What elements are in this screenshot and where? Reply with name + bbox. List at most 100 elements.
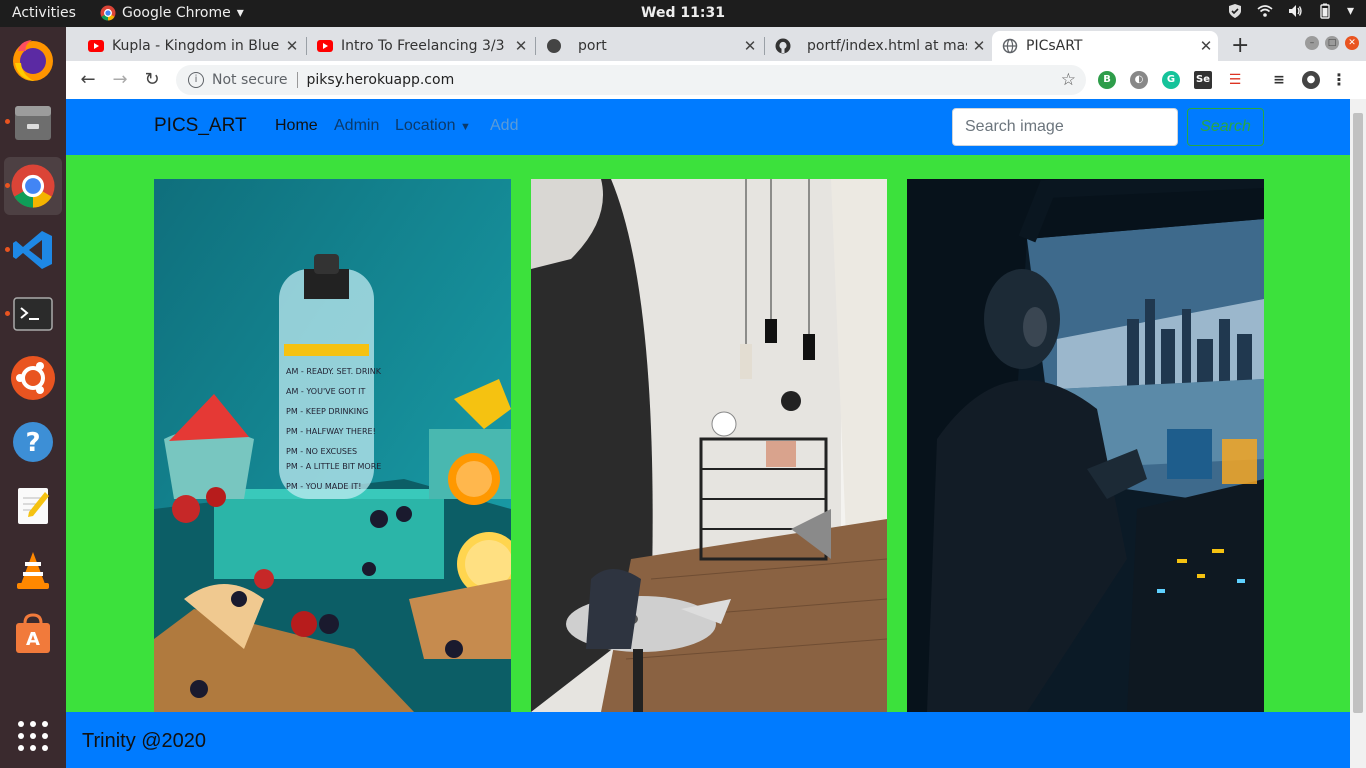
chrome-icon: [11, 164, 55, 208]
running-indicator: [5, 183, 10, 188]
nav-location-label: Location: [395, 117, 456, 134]
reload-button[interactable]: ↻: [140, 68, 164, 92]
app-name: Google Chrome: [122, 5, 231, 21]
vlc-icon: [17, 552, 49, 589]
tab-freelancing[interactable]: Intro To Freelancing 3/3 ✕: [307, 31, 533, 61]
app-menu[interactable]: Google Chrome ▾: [100, 5, 244, 21]
browser-window: Kupla - Kingdom in Blue ✕ Intro To Freel…: [66, 27, 1366, 768]
extension-dark-icon[interactable]: ◐: [1130, 71, 1148, 89]
github-icon: [775, 38, 791, 54]
footer-text: Trinity @2020: [82, 730, 207, 752]
gallery-image-bottle[interactable]: AM - READY. SET. DRINK AM - YOU'VE GOT I…: [154, 179, 511, 712]
activities-button[interactable]: Activities: [12, 5, 76, 21]
tab-github[interactable]: portf/index.html at mas ✕: [765, 31, 991, 61]
web-page: PICS_ART Home Admin Location ▼ Add Searc…: [66, 99, 1350, 768]
gallery-image-interior[interactable]: [531, 179, 887, 712]
terminal-launcher[interactable]: [4, 285, 62, 343]
shield-icon[interactable]: [1227, 3, 1243, 19]
tab-title: PICsART: [1026, 38, 1083, 54]
scrollbar-thumb[interactable]: [1353, 113, 1363, 713]
scrollbar[interactable]: [1350, 99, 1366, 768]
software-store-launcher[interactable]: A: [4, 605, 62, 663]
tab-strip: Kupla - Kingdom in Blue ✕ Intro To Freel…: [66, 27, 1366, 61]
profile-icon[interactable]: ●: [1302, 71, 1320, 89]
chevron-down-icon: ▾: [236, 5, 244, 21]
files-icon: [15, 106, 51, 140]
close-window-button[interactable]: ✕: [1345, 36, 1359, 50]
youtube-icon: [317, 40, 333, 52]
search-input[interactable]: [952, 108, 1178, 146]
close-icon[interactable]: ✕: [1194, 37, 1218, 55]
address-bar[interactable]: i Not secure piksy.herokuapp.com ☆: [176, 65, 1086, 95]
nav-home[interactable]: Home: [275, 117, 318, 135]
divider: [296, 72, 298, 88]
nav-location-dropdown[interactable]: Location ▼: [395, 117, 471, 135]
chrome-launcher[interactable]: [4, 157, 62, 215]
youtube-icon: [88, 40, 104, 52]
app-grid-icon: [18, 721, 48, 751]
site-brand[interactable]: PICS_ART: [154, 115, 247, 137]
files-launcher[interactable]: [4, 93, 62, 151]
battery-icon[interactable]: [1317, 3, 1333, 19]
star-icon[interactable]: ☆: [1061, 70, 1076, 90]
svg-text:A: A: [26, 629, 40, 650]
close-icon[interactable]: ✕: [509, 37, 533, 55]
info-icon[interactable]: i: [188, 72, 204, 88]
ubuntu-software-icon: [11, 356, 55, 400]
url-text[interactable]: piksy.herokuapp.com: [307, 72, 455, 88]
software-store-icon: A: [16, 613, 50, 653]
firefox-icon: [13, 40, 53, 81]
dock: ? A: [0, 27, 66, 768]
menu-icon[interactable]: ⋮: [1330, 71, 1348, 89]
vscode-launcher[interactable]: [4, 221, 62, 279]
caret-down-icon: ▼: [459, 121, 471, 133]
running-indicator: [5, 311, 10, 316]
grammarly-icon[interactable]: G: [1162, 71, 1180, 89]
chrome-small-icon: [100, 5, 116, 21]
running-indicator: [5, 119, 10, 124]
globe-icon: [1002, 38, 1018, 54]
gallery-image-pilot[interactable]: [907, 179, 1264, 712]
selenium-icon[interactable]: Se: [1194, 71, 1212, 89]
close-icon[interactable]: ✕: [967, 37, 991, 55]
search-button[interactable]: Search: [1187, 108, 1264, 146]
security-label[interactable]: Not secure: [212, 72, 288, 88]
text-editor-launcher[interactable]: [4, 477, 62, 535]
minimize-button[interactable]: –: [1305, 36, 1319, 50]
interior-photo: [531, 179, 887, 712]
tab-title: Intro To Freelancing 3/3: [341, 38, 505, 54]
clock[interactable]: Wed 11:31: [641, 5, 725, 21]
svg-text:AM - READY. SET. DRINK: AM - READY. SET. DRINK: [286, 367, 382, 376]
wifi-icon[interactable]: [1257, 3, 1273, 19]
ubuntu-launcher[interactable]: [4, 349, 62, 407]
system-top-bar: Activities Google Chrome ▾ Wed 11:31 ▾: [0, 0, 1366, 27]
extension-lines-icon[interactable]: ☰: [1226, 71, 1244, 89]
site-footer: Trinity @2020: [66, 712, 1350, 768]
media-queue-icon[interactable]: ≡: [1270, 71, 1288, 89]
tab-kupla[interactable]: Kupla - Kingdom in Blue ✕: [78, 31, 304, 61]
maximize-button[interactable]: □: [1325, 36, 1339, 50]
text-editor-icon: [18, 488, 49, 524]
forward-button[interactable]: →: [108, 68, 132, 92]
globe-icon: [547, 39, 561, 53]
vlc-launcher[interactable]: [4, 541, 62, 599]
help-icon: ?: [13, 422, 53, 462]
nav-admin[interactable]: Admin: [334, 117, 379, 135]
firefox-launcher[interactable]: [4, 31, 62, 89]
extension-b-icon[interactable]: B: [1098, 71, 1116, 89]
close-icon[interactable]: ✕: [738, 37, 762, 55]
tab-port[interactable]: port ✕: [536, 31, 762, 61]
tab-picsart[interactable]: PICsART ✕: [992, 31, 1218, 61]
show-apps-button[interactable]: [4, 707, 62, 765]
svg-text:PM - KEEP DRINKING: PM - KEEP DRINKING: [286, 407, 368, 416]
chevron-down-icon[interactable]: ▾: [1347, 3, 1354, 19]
site-navbar: PICS_ART Home Admin Location ▼ Add Searc…: [66, 99, 1350, 155]
volume-icon[interactable]: [1287, 3, 1303, 19]
system-tray[interactable]: ▾: [1227, 3, 1354, 19]
back-button[interactable]: ←: [76, 68, 100, 92]
new-tab-button[interactable]: +: [1231, 33, 1249, 58]
close-icon[interactable]: ✕: [280, 37, 304, 55]
help-launcher[interactable]: ?: [4, 413, 62, 471]
svg-text:?: ?: [25, 428, 40, 458]
nav-add[interactable]: Add: [490, 117, 518, 135]
